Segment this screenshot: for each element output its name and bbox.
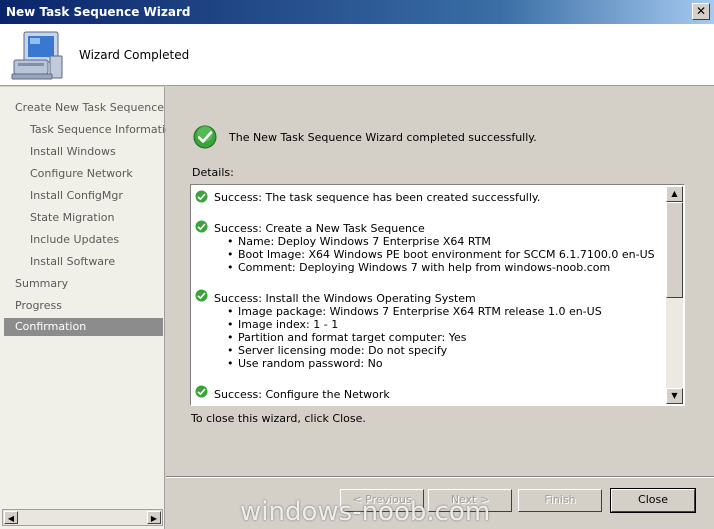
- wizard-steps-sidebar: Create New Task Sequence Task Sequence I…: [0, 87, 179, 529]
- detail-line: Use random password: No: [227, 357, 383, 370]
- header-title: Wizard Completed: [79, 48, 190, 62]
- details-textbox[interactable]: Success: The task sequence has been crea…: [190, 184, 685, 406]
- watermark-text: windows-noob.com: [240, 497, 491, 527]
- window-title: New Task Sequence Wizard: [6, 5, 191, 19]
- scrollbar-thumb[interactable]: [666, 202, 683, 298]
- success-message: The New Task Sequence Wizard completed s…: [229, 131, 537, 144]
- finish-button[interactable]: Finish: [518, 489, 602, 512]
- scroll-left-arrow-icon[interactable]: ◀: [4, 511, 18, 524]
- nav-item-install-software[interactable]: Install Software: [30, 255, 115, 268]
- nav-item-install-windows[interactable]: Install Windows: [30, 145, 116, 158]
- close-hint-text: To close this wizard, click Close.: [191, 412, 366, 425]
- detail-line: Boot Image: X64 Windows PE boot environm…: [227, 248, 655, 261]
- detail-title: Success: Configure the Network: [214, 388, 390, 401]
- success-check-icon: [195, 289, 208, 302]
- nav-item-include-updates[interactable]: Include Updates: [30, 233, 119, 246]
- success-check-icon: [195, 385, 208, 398]
- detail-line: Image package: Windows 7 Enterprise X64 …: [227, 305, 602, 318]
- detail-line: Name: Deploy Windows 7 Enterprise X64 RT…: [227, 235, 491, 248]
- detail-line: Image index: 1 - 1: [227, 318, 338, 331]
- detail-title: Success: Create a New Task Sequence: [214, 222, 425, 235]
- nav-item-configure-network[interactable]: Configure Network: [30, 167, 133, 180]
- scroll-right-arrow-icon[interactable]: ▶: [147, 511, 161, 524]
- scroll-up-arrow-icon[interactable]: ▲: [666, 186, 683, 202]
- details-vertical-scrollbar[interactable]: ▲ ▼: [666, 186, 683, 404]
- title-bar: New Task Sequence Wizard ✕: [0, 0, 714, 24]
- scroll-down-arrow-icon[interactable]: ▼: [666, 388, 683, 404]
- nav-item-confirmation[interactable]: Confirmation: [4, 318, 163, 336]
- main-panel: The New Task Sequence Wizard completed s…: [166, 87, 714, 529]
- detail-title: Success: The task sequence has been crea…: [214, 191, 541, 204]
- nav-item-create-new-task-sequence[interactable]: Create New Task Sequence: [15, 101, 164, 114]
- wizard-header: Wizard Completed: [0, 24, 714, 86]
- detail-title: Success: Install the Windows Operating S…: [214, 292, 476, 305]
- nav-item-progress[interactable]: Progress: [15, 299, 62, 312]
- close-button[interactable]: Close: [610, 488, 696, 513]
- sidebar-horizontal-scrollbar[interactable]: ◀ ▶: [2, 509, 163, 526]
- nav-item-state-migration[interactable]: State Migration: [30, 211, 114, 224]
- success-check-icon: [195, 220, 208, 233]
- window-close-button[interactable]: ✕: [692, 3, 710, 20]
- success-check-icon: [193, 125, 217, 149]
- detail-line: Comment: Deploying Windows 7 with help f…: [227, 261, 610, 274]
- computer-icon: [11, 31, 63, 80]
- nav-item-task-sequence-information[interactable]: Task Sequence Information: [30, 123, 179, 136]
- nav-item-install-configmgr[interactable]: Install ConfigMgr: [30, 189, 123, 202]
- details-label: Details:: [192, 166, 234, 179]
- detail-line: Partition and format target computer: Ye…: [227, 331, 467, 344]
- nav-item-summary[interactable]: Summary: [15, 277, 68, 290]
- success-check-icon: [195, 190, 208, 203]
- detail-line: Server licensing mode: Do not specify: [227, 344, 447, 357]
- footer-divider: [166, 476, 714, 478]
- details-content: Success: The task sequence has been crea…: [192, 186, 667, 404]
